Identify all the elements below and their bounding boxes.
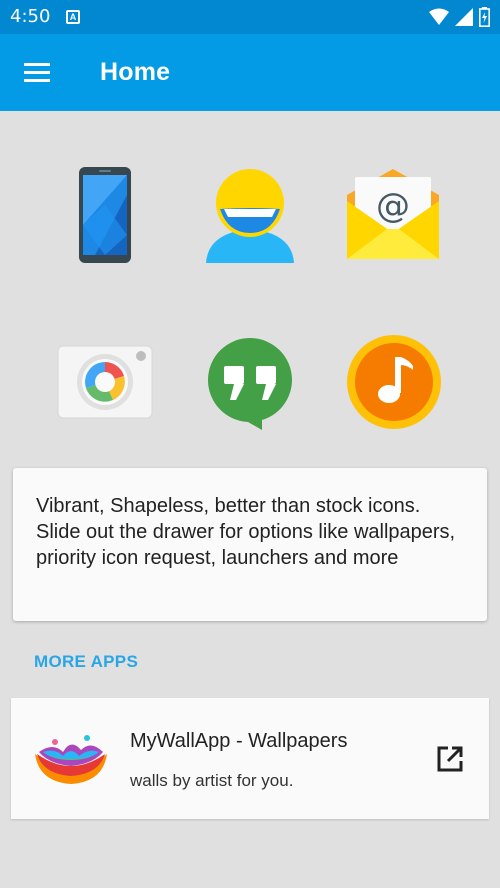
contacts-icon[interactable] — [200, 165, 300, 265]
battery-icon — [479, 7, 490, 27]
signal-icon — [455, 8, 473, 26]
camera-icon[interactable] — [55, 332, 155, 432]
status-bar: 4:50 A — [0, 0, 500, 34]
app-list-item[interactable]: MyWallApp - Wallpapers walls by artist f… — [11, 698, 489, 819]
app-name: MyWallApp - Wallpapers — [130, 730, 348, 752]
hangouts-icon[interactable] — [200, 332, 300, 432]
phone-icon[interactable] — [55, 165, 155, 265]
description-text: Vibrant, Shapeless, better than stock ic… — [36, 495, 456, 569]
description-card: Vibrant, Shapeless, better than stock ic… — [13, 468, 487, 621]
app-bar: Home — [0, 34, 500, 111]
email-icon[interactable]: @ — [343, 165, 443, 265]
app-description: walls by artist for you. — [130, 771, 294, 790]
wifi-icon — [429, 8, 449, 25]
status-time: 4:50 — [10, 6, 51, 27]
page-title: Home — [100, 58, 171, 86]
open-in-new-icon[interactable] — [436, 745, 464, 773]
hamburger-menu-icon[interactable] — [24, 60, 52, 84]
status-icons — [429, 7, 490, 27]
a-badge-icon: A — [66, 10, 80, 24]
svg-text:@: @ — [376, 186, 410, 226]
more-apps-header: MORE APPS — [34, 652, 139, 671]
mywallapp-logo-icon — [33, 730, 109, 786]
music-icon[interactable] — [343, 332, 443, 432]
